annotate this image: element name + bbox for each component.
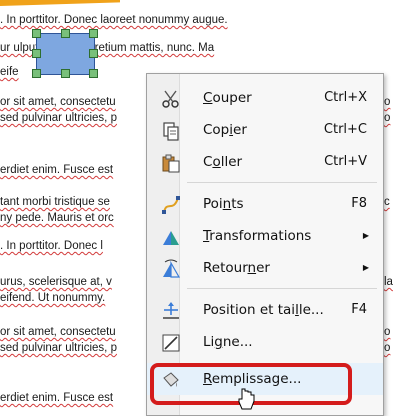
menu-item-transformations[interactable]: Transformations ▶ — [147, 220, 383, 252]
doc-line-10: urus, scelerisque at, v — [0, 276, 112, 288]
doc-fragment-right-5: o — [384, 326, 391, 338]
resize-handle-left[interactable] — [32, 49, 41, 58]
menu-label-position-taille: Position et taille... — [203, 302, 324, 318]
doc-line-9: . In porttitor. Donec l — [0, 240, 103, 252]
doc-line-6: erdiet enim. Fusce est — [0, 164, 114, 176]
menu-label-coller: Coller — [203, 154, 243, 170]
menu-label-retourner: Retourner — [203, 260, 270, 276]
submenu-arrow-icon: ▶ — [362, 263, 369, 272]
doc-line-14: erdiet enim. Fusce est — [0, 392, 114, 404]
menu-shortcut-points: F8 — [351, 196, 367, 211]
doc-fragment-right-1: o — [384, 96, 391, 108]
flip-icon — [161, 259, 181, 279]
menu-label-ligne: Ligne... — [203, 334, 253, 350]
doc-line-1: . In porttitor. Donec laoreet nonummy au… — [0, 14, 228, 26]
menu-label-points: Points — [203, 196, 244, 212]
doc-fragment-right-3: c — [384, 196, 390, 208]
doc-line-11: eifend. Ut nonummy. — [0, 292, 106, 304]
menu-shortcut-coller: Ctrl+V — [324, 154, 367, 169]
menu-separator-1 — [187, 182, 377, 183]
page-top-edge — [0, 0, 120, 6]
menu-shortcut-couper: Ctrl+X — [324, 90, 367, 105]
menu-shortcut-position-taille: F4 — [351, 302, 367, 317]
doc-line-4: or sit amet, consectetu — [0, 96, 116, 108]
menu-item-couper[interactable]: Couper Ctrl+X — [147, 82, 383, 114]
menu-item-points[interactable]: Points F8 — [147, 188, 383, 220]
doc-line-8: ny pede. Mauris et orc — [0, 212, 114, 224]
position-size-icon — [161, 301, 181, 321]
doc-fragment-right-6: o — [384, 342, 391, 354]
transform-icon — [161, 227, 181, 247]
menu-label-couper: Couper — [203, 90, 252, 106]
menu-item-retourner[interactable]: Retourner ▶ — [147, 252, 383, 284]
menu-separator-2 — [187, 288, 377, 289]
menu-item-ligne[interactable]: Ligne... — [147, 326, 383, 358]
doc-fragment-right-2: o — [384, 112, 391, 124]
submenu-arrow-icon: ▶ — [362, 231, 369, 240]
scissors-icon — [161, 89, 181, 109]
resize-handle-top[interactable] — [61, 29, 70, 38]
doc-line-13: sed pulvinar ultricies, p — [0, 342, 117, 354]
paste-icon — [161, 153, 181, 173]
menu-item-copier[interactable]: Copier Ctrl+C — [147, 114, 383, 146]
resize-handle-bottom-left[interactable] — [32, 69, 41, 78]
menu-label-transformations: Transformations — [203, 228, 312, 244]
resize-handle-bottom-right[interactable] — [89, 69, 98, 78]
doc-line-5: sed pulvinar ultricies, p — [0, 112, 117, 124]
menu-item-position-taille[interactable]: Position et taille... F4 — [147, 294, 383, 326]
doc-line-12: or sit amet, consectetu — [0, 326, 116, 338]
resize-handle-right[interactable] — [89, 49, 98, 58]
doc-line-7: tant morbi tristique se — [0, 196, 110, 208]
menu-shortcut-copier: Ctrl+C — [323, 122, 367, 137]
mouse-pointer-icon — [238, 388, 255, 410]
line-icon — [161, 333, 181, 353]
copy-icon — [161, 121, 181, 141]
points-icon — [161, 195, 181, 215]
menu-label-copier: Copier — [203, 122, 247, 138]
resize-handle-top-left[interactable] — [32, 29, 41, 38]
doc-fragment-right-4: la — [384, 276, 393, 288]
resize-handle-top-right[interactable] — [89, 29, 98, 38]
resize-handle-bottom[interactable] — [61, 69, 70, 78]
menu-item-coller[interactable]: Coller Ctrl+V — [147, 146, 383, 178]
doc-line-3: eife — [0, 66, 19, 78]
